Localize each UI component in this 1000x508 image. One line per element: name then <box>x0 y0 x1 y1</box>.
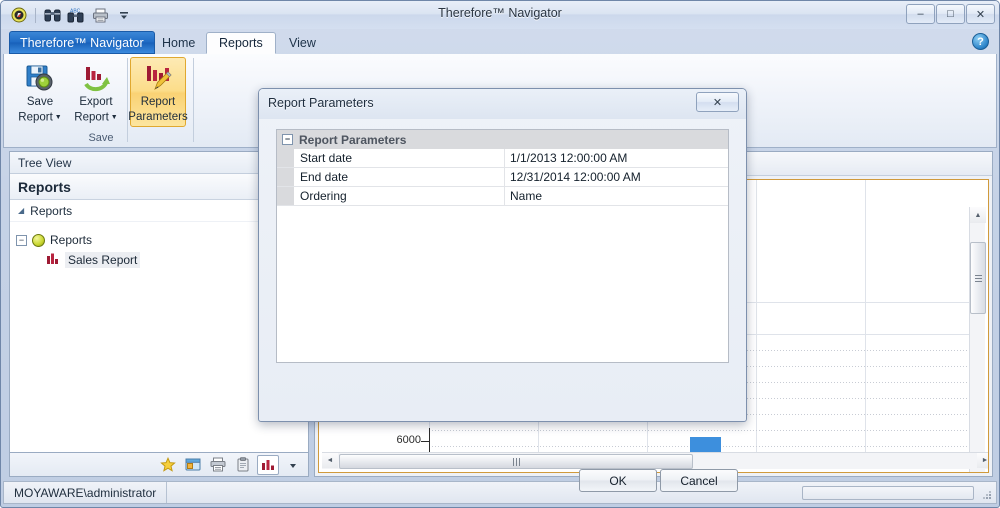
chevron-down-icon[interactable]: ▼ <box>55 114 62 121</box>
tree-node-label: Sales Report <box>65 252 140 268</box>
dialog-close-button[interactable]: ✕ <box>696 92 739 112</box>
tab-app-menu[interactable]: Therefore™ Navigator <box>9 31 155 54</box>
parameters-group-header[interactable]: − Report Parameters <box>277 130 728 149</box>
parameters-grid: − Report Parameters Start date 1/1/2013 … <box>276 129 729 363</box>
tree-node-label: Reports <box>50 233 92 247</box>
table-row[interactable]: Start date 1/1/2013 12:00:00 AM <box>277 149 728 168</box>
export-report-icon <box>80 62 112 94</box>
parameter-value[interactable]: 1/1/2013 12:00:00 AM <box>505 149 728 167</box>
table-row[interactable]: Ordering Name <box>277 187 728 206</box>
cancel-button[interactable]: Cancel <box>660 469 738 492</box>
status-progress-bar <box>802 486 974 500</box>
horizontal-scroll-thumb[interactable] <box>339 454 693 469</box>
report-parameters-button[interactable]: Report Parameters <box>130 57 186 127</box>
scroll-up-icon[interactable]: ▲ <box>970 207 986 223</box>
print-preview-icon[interactable] <box>207 455 229 475</box>
clipboard-icon[interactable] <box>232 455 254 475</box>
chevron-down-icon[interactable]: ▼ <box>111 114 118 121</box>
report-parameters-label-line2: Parameters <box>128 111 187 124</box>
table-row[interactable]: End date 12/31/2014 12:00:00 AM <box>277 168 728 187</box>
ribbon-group-label: Save <box>8 132 194 144</box>
application-window: ABC <box>0 0 1000 508</box>
help-icon[interactable]: ? <box>972 33 989 50</box>
report-parameters-dialog: Report Parameters ✕ − Report Parameters … <box>258 88 747 422</box>
status-bar: MOYAWARE\administrator <box>3 481 997 504</box>
favorites-star-icon[interactable] <box>157 455 179 475</box>
ribbon-tab-strip: Therefore™ Navigator Home Reports View ? <box>1 29 999 54</box>
resize-grip-icon[interactable] <box>981 489 993 501</box>
maximize-button[interactable]: □ <box>936 4 965 24</box>
tab-home[interactable]: Home <box>149 32 208 54</box>
window-title: Therefore™ Navigator <box>1 6 999 20</box>
chart-y-tick <box>421 441 430 442</box>
chart-y-tick-label: 6000 <box>377 434 421 446</box>
ribbon-group-end-divider <box>193 58 194 142</box>
ok-button[interactable]: OK <box>579 469 657 492</box>
parameter-name: End date <box>294 168 505 186</box>
chart-vertical-scrollbar[interactable]: ▲ ▼ <box>969 207 985 473</box>
window-controls: – □ ✕ <box>906 4 995 24</box>
export-report-label-line2: Report▼ <box>74 111 117 125</box>
report-parameters-icon <box>142 62 174 94</box>
parameter-value[interactable]: Name <box>505 187 728 205</box>
dialog-title-bar: Report Parameters ✕ <box>259 89 746 119</box>
reports-chart-icon[interactable] <box>257 455 279 475</box>
parameter-value[interactable]: 12/31/2014 12:00:00 AM <box>505 168 728 186</box>
parameter-name: Ordering <box>294 187 505 205</box>
row-gutter <box>277 168 294 186</box>
save-report-label-line2: Report▼ <box>18 111 61 125</box>
vertical-scroll-thumb[interactable] <box>970 242 986 314</box>
title-bar: ABC <box>1 1 999 29</box>
ribbon-group-divider <box>127 58 128 142</box>
folder-window-icon[interactable] <box>182 455 204 475</box>
parameters-group-label: Report Parameters <box>299 133 406 147</box>
breadcrumb-label: Reports <box>30 204 72 218</box>
scroll-left-icon[interactable]: ◄ <box>322 453 338 468</box>
scroll-right-icon[interactable]: ► <box>977 453 989 468</box>
dialog-title: Report Parameters <box>268 96 374 110</box>
close-button[interactable]: ✕ <box>966 4 995 24</box>
grid-empty-area <box>277 225 294 362</box>
report-parameters-label-line1: Report <box>141 96 176 109</box>
minimize-button[interactable]: – <box>906 4 935 24</box>
sphere-node-icon <box>32 234 45 247</box>
save-report-button[interactable]: Save Report▼ <box>12 57 68 128</box>
tab-reports[interactable]: Reports <box>206 32 276 54</box>
breadcrumb-expand-icon[interactable]: ◢ <box>18 206 24 215</box>
ribbon-group-save: Save Report▼ E <box>8 54 194 146</box>
save-report-icon <box>24 62 56 94</box>
tab-view[interactable]: View <box>276 32 329 54</box>
bar-chart-icon <box>46 252 60 268</box>
export-report-label-line1: Export <box>79 96 112 109</box>
overflow-dropdown-icon[interactable] <box>282 455 304 475</box>
row-gutter <box>277 149 294 167</box>
sidebar-toolbar <box>9 453 309 477</box>
row-gutter <box>277 187 294 205</box>
export-report-button[interactable]: Export Report▼ <box>68 57 124 128</box>
status-user-label: MOYAWARE\administrator <box>4 482 167 503</box>
expander-icon[interactable]: − <box>16 235 27 246</box>
save-report-label-line1: Save <box>27 96 53 109</box>
group-expander-icon[interactable]: − <box>282 134 293 145</box>
chart-horizontal-scrollbar[interactable]: ◄ ► <box>322 452 989 469</box>
parameter-name: Start date <box>294 149 505 167</box>
